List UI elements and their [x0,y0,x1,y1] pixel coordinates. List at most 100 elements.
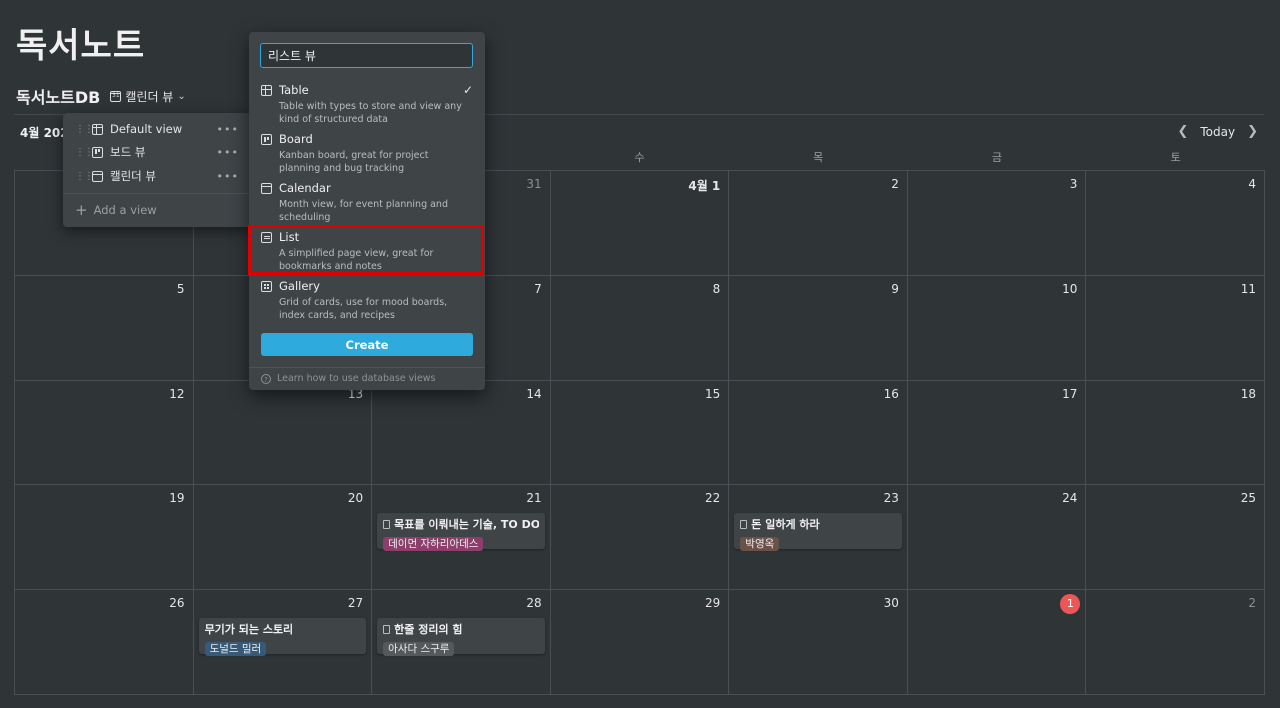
day-cell[interactable]: 15 [550,380,730,486]
day-number: 31 [526,177,542,191]
author-tag: 박영옥 [740,537,780,552]
view-label: 캘린더 뷰 [110,169,156,183]
day-cell[interactable]: 4월 1 [550,171,730,276]
view-type-board[interactable]: Board Kanban board, great for project pl… [249,129,485,177]
day-cell[interactable]: 13 [193,380,373,486]
calendar-navigation: ❮ Today ❯ [1177,124,1258,139]
chevron-down-icon: ⌄ [177,90,186,102]
view-name-input[interactable] [260,43,473,68]
option-description: Grid of cards, use for mood boards, inde… [279,297,448,321]
day-number: 17 [1062,386,1078,401]
weekday-fri: 금 [991,151,1003,164]
event-card[interactable]: 목표를 이뤄내는 기술, TO DO … 데이먼 자하리아데스 [377,513,545,552]
day-cell[interactable]: 21 목표를 이뤄내는 기술, TO DO … 데이먼 자하리아데스 [372,485,551,591]
day-cell[interactable]: 14 [372,380,551,486]
day-cell[interactable]: 12 [15,380,194,486]
day-cell[interactable]: 25 [1086,485,1265,591]
weekday-sat: 토 [1170,151,1181,164]
day-number: 4 [1248,177,1256,191]
create-button[interactable]: Create [261,333,473,356]
day-cell[interactable]: 28 한줄 정리의 힘 아사다 스구루 [372,590,551,695]
more-options-icon[interactable]: ••• [217,146,239,159]
day-number: 24 [1062,491,1078,506]
weekday-thu: 목 [813,151,824,164]
calendar-icon [92,170,103,182]
day-cell[interactable]: 9 [729,275,908,381]
day-number: 3 [1069,177,1078,191]
day-cell[interactable]: 20 [193,485,373,591]
option-description: Month view, for event planning and sched… [279,199,448,223]
more-options-icon[interactable]: ••• [217,123,239,136]
help-icon: ? [261,373,271,384]
day-number: 16 [883,386,899,401]
day-number: 11 [1240,281,1256,296]
day-cell[interactable]: 8 [550,275,730,381]
day-number: 18 [1240,386,1256,401]
day-cell[interactable]: 4 [1086,171,1265,276]
event-title: 한줄 정리의 힘 [394,623,463,637]
plus-icon: + [75,201,88,219]
day-number: 23 [883,491,899,506]
day-cell[interactable]: 5 [15,275,194,381]
view-switcher[interactable]: 31 캘린더 뷰 ⌄ [110,88,186,105]
weekday-wed: 수 [634,151,645,164]
day-cell[interactable]: 18 [1086,380,1265,486]
day-cell[interactable]: 22 [550,485,730,591]
calendar-icon: 31 [110,90,122,102]
day-cell[interactable]: 16 [729,380,908,486]
author-tag: 아사다 스구루 [383,642,455,657]
day-cell[interactable]: 23 돈 일하게 하라 박영옥 [729,485,908,591]
day-number: 7 [534,281,542,296]
day-cell[interactable]: 29 [550,590,730,695]
view-type-table[interactable]: Table ✓ Table with types to store and vi… [249,80,485,128]
today-button[interactable]: Today [1200,125,1235,139]
event-title: 돈 일하게 하라 [751,518,820,532]
day-cell[interactable]: 26 [15,590,194,695]
view-item-default[interactable]: ⋮⋮ Default view ••• [63,118,253,140]
day-cell[interactable]: 11 [1086,275,1265,381]
drag-handle-icon[interactable]: ⋮⋮ [75,124,94,135]
view-item-calendar[interactable]: ⋮⋮ 캘린더 뷰 ••• [63,165,253,187]
database-title[interactable]: 독서노트DB [16,84,100,108]
event-card[interactable]: 무기가 되는 스토리 도널드 밀러 [198,618,367,657]
today-badge: 1 [1060,594,1081,615]
gallery-icon [261,281,272,292]
views-dropdown: ⋮⋮ Default view ••• ⋮⋮ 보드 뷰 ••• ⋮⋮ 캘린더 뷰… [63,113,253,227]
next-month-icon[interactable]: ❯ [1247,124,1258,139]
drag-handle-icon[interactable]: ⋮⋮ [75,147,94,158]
day-number: 20 [347,491,364,506]
page-icon [383,519,391,529]
view-item-board[interactable]: ⋮⋮ 보드 뷰 ••• [63,141,253,163]
day-number: 8 [712,281,721,296]
option-title: Gallery [279,279,320,293]
day-number: 22 [705,491,721,506]
event-title: 목표를 이뤄내는 기술, TO DO … [394,518,539,532]
list-option-highlight [248,225,484,275]
day-cell[interactable]: 27 무기가 되는 스토리 도널드 밀러 [193,590,373,695]
divider [63,193,253,194]
day-number: 4월 1 [688,179,721,193]
day-number: 2 [1248,596,1256,611]
more-options-icon[interactable]: ••• [217,170,239,183]
day-cell[interactable]: 17 [907,380,1087,486]
previous-month-icon[interactable]: ❮ [1177,124,1188,139]
event-card[interactable]: 한줄 정리의 힘 아사다 스구루 [377,618,545,657]
day-cell[interactable]: 30 [729,590,908,695]
day-cell[interactable]: 3 [907,171,1087,276]
view-type-gallery[interactable]: Gallery Grid of cards, use for mood boar… [249,276,485,324]
day-cell[interactable]: 1 [907,590,1087,695]
new-view-popup: Table ✓ Table with types to store and vi… [249,32,485,390]
day-cell[interactable]: 2 [1086,590,1265,695]
add-view-button[interactable]: + Add a view [75,201,157,219]
table-icon [92,123,103,135]
option-description: Kanban board, great for project planning… [279,150,429,174]
drag-handle-icon[interactable]: ⋮⋮ [75,171,94,182]
event-card[interactable]: 돈 일하게 하라 박영옥 [734,513,902,552]
event-title: 무기가 되는 스토리 [204,623,294,637]
help-link[interactable]: ? Learn how to use database views [261,373,435,384]
view-type-calendar[interactable]: Calendar Month view, for event planning … [249,178,485,226]
day-cell[interactable]: 24 [907,485,1087,591]
day-cell[interactable]: 19 [15,485,194,591]
day-cell[interactable]: 2 [729,171,908,276]
day-cell[interactable]: 10 [907,275,1087,381]
